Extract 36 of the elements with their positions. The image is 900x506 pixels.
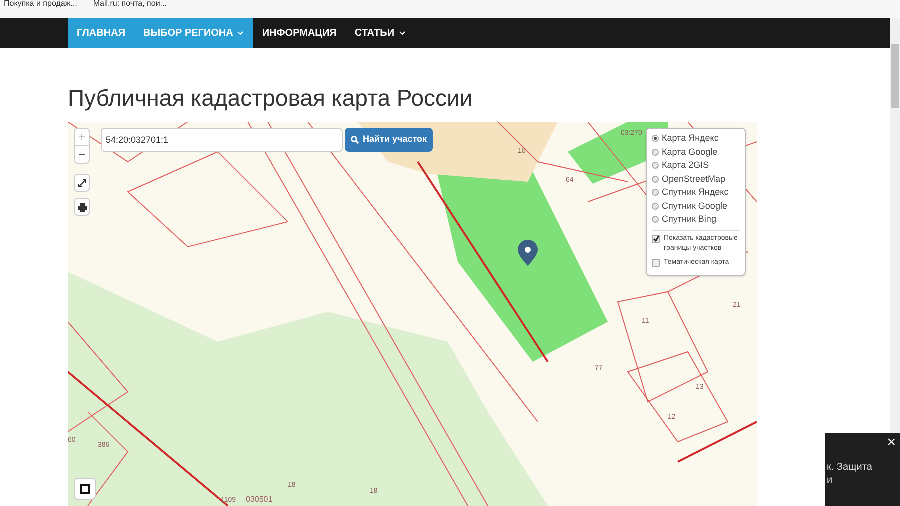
fullscreen-button[interactable]: [74, 174, 90, 192]
layer-option[interactable]: Карта Яндекс: [652, 132, 740, 146]
print-button[interactable]: [74, 198, 90, 216]
plot-number: 030501: [246, 496, 273, 504]
radio-button[interactable]: [652, 189, 659, 196]
layer-option[interactable]: OpenStreetMap: [652, 172, 740, 186]
bookmark-link[interactable]: Покупка и продаж...: [4, 0, 78, 8]
radio-button[interactable]: [652, 216, 659, 224]
expand-icon: [78, 178, 86, 188]
radio-button[interactable]: [652, 148, 659, 156]
zoom-out-button[interactable]: −: [74, 146, 90, 164]
page-title: Публичная кадастровая карта России: [68, 84, 474, 112]
nav-link[interactable]: ИНФОРМАЦИЯ: [253, 18, 346, 48]
checkbox[interactable]: [652, 234, 660, 242]
radio-button[interactable]: [652, 135, 659, 142]
notification-text: и: [827, 474, 834, 487]
layer-option[interactable]: Спутник Яндекс: [652, 186, 740, 200]
nav-link[interactable]: СТАТЬИ: [346, 18, 415, 48]
bookmark-link[interactable]: Mail.ru: почта, пои...: [93, 0, 167, 8]
search-icon: [351, 136, 359, 144]
close-button[interactable]: ×: [887, 435, 896, 450]
layer-option[interactable]: Спутник Bing: [652, 213, 740, 226]
radio-button[interactable]: [652, 162, 659, 170]
layer-option[interactable]: Спутник Google: [652, 200, 740, 213]
radio-button[interactable]: [652, 202, 659, 210]
location-pin-icon[interactable]: [518, 240, 538, 266]
notification-text: к. Защита: [827, 461, 874, 474]
find-plot-button[interactable]: Найти участок: [345, 128, 434, 152]
square-icon: [80, 484, 90, 494]
layer-option[interactable]: Карта 2GIS: [652, 159, 740, 172]
layer-option[interactable]: Карта Google: [652, 146, 740, 159]
radio-button[interactable]: [652, 176, 659, 183]
layer-toggle-button[interactable]: [74, 478, 96, 500]
checkbox[interactable]: [652, 258, 660, 266]
search-field[interactable]: 54:20:032701:1: [101, 128, 343, 152]
scrollbar-thumb[interactable]: [891, 44, 899, 108]
